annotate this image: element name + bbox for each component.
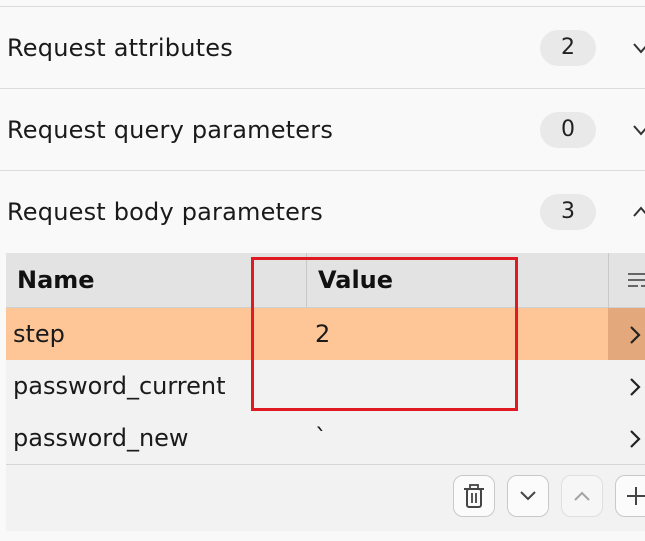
section-title: Request body parameters	[7, 198, 323, 226]
divider	[6, 464, 645, 465]
section-request-attributes[interactable]: Request attributes 2	[0, 7, 645, 89]
count-badge: 3	[540, 194, 596, 230]
body-parameters-table: Name Value step 2 password_current passw…	[6, 253, 645, 531]
param-value: 2	[315, 320, 331, 348]
chevron-right-icon[interactable]	[608, 412, 645, 464]
chevron-down-icon	[520, 491, 536, 501]
count-badge: 2	[540, 30, 596, 66]
delete-button[interactable]	[453, 475, 495, 517]
section-title: Request attributes	[7, 34, 233, 62]
chevron-down-icon[interactable]	[632, 113, 645, 158]
param-name: step	[13, 320, 65, 348]
text-wrap-icon[interactable]	[628, 271, 645, 295]
request-inspector-panel: Request attributes 2 Request query param…	[0, 0, 645, 541]
count-badge: 0	[540, 112, 596, 148]
param-value: `	[315, 424, 327, 452]
param-name: password_current	[13, 372, 226, 400]
plus-icon	[627, 487, 645, 505]
section-request-query-parameters[interactable]: Request query parameters 0	[0, 89, 645, 171]
chevron-up-icon[interactable]	[632, 195, 645, 240]
move-up-button[interactable]	[561, 475, 603, 517]
column-header-value[interactable]: Value	[318, 253, 393, 308]
column-resize-handle[interactable]	[306, 253, 307, 308]
chevron-down-icon[interactable]	[632, 31, 645, 76]
trash-icon	[464, 484, 484, 508]
move-down-button[interactable]	[507, 475, 549, 517]
chevron-up-icon	[574, 491, 590, 501]
param-name: password_new	[13, 424, 189, 452]
chevron-right-icon[interactable]	[608, 360, 645, 412]
table-row[interactable]: password_current	[6, 360, 645, 412]
chevron-right-icon[interactable]	[608, 308, 645, 360]
add-button[interactable]	[615, 475, 645, 517]
table-header: Name Value	[6, 253, 645, 308]
section-request-body-parameters[interactable]: Request body parameters 3	[0, 171, 645, 253]
section-title: Request query parameters	[7, 116, 334, 144]
column-header-name[interactable]: Name	[17, 253, 95, 308]
table-row[interactable]: password_new `	[6, 412, 645, 464]
table-row[interactable]: step 2	[6, 308, 645, 360]
column-resize-handle[interactable]	[608, 253, 609, 308]
